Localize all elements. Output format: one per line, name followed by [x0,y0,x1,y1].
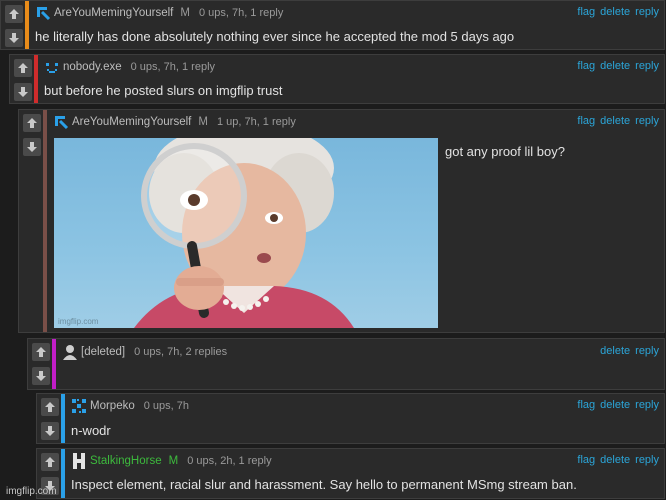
comment-actions: flag delete reply [572,60,659,72]
username-label: [deleted] [81,346,126,358]
upvote-button[interactable] [14,59,32,77]
comment-header: StalkingHorse M 0 ups, 2h, 1 reply [71,453,272,469]
pixel-smiley-icon [44,59,60,75]
comment-actions: flag delete reply [572,115,659,127]
comment-depth-bar [52,339,56,389]
comment-header: nobody.exe 0 ups, 7h, 1 reply [44,59,215,75]
comment-text: n-wodr [71,423,111,438]
downvote-button[interactable] [23,138,41,156]
comment-depth-bar [61,449,65,498]
comment-meta: 0 ups, 7h, 2 replies [134,346,228,358]
flag-link[interactable]: flag [577,399,595,411]
arrow-down-icon [27,142,37,152]
pixel-pattern-icon [71,398,87,414]
flag-link[interactable]: flag [577,115,595,127]
arrow-down-icon [18,87,28,97]
arrow-up-icon [45,402,55,412]
flag-link[interactable]: flag [577,60,595,72]
upvote-button[interactable] [23,114,41,132]
comment-actions: delete reply [595,345,659,357]
vote-column [19,110,43,332]
vote-column [1,1,25,49]
comment-text: got any proof lil boy? [445,144,565,159]
comment-meta: 1 up, 7h, 1 reply [216,116,296,128]
delete-link[interactable]: delete [600,454,630,466]
comment-text: Inspect element, racial slur and harassm… [71,477,577,492]
comment-header: AreYouMemingYourself M 1 up, 7h, 1 reply [53,114,296,130]
comment: AreYouMemingYourself M 0 ups, 7h, 1 repl… [0,0,665,50]
comment: StalkingHorse M 0 ups, 2h, 1 reply flag d… [36,448,665,499]
upvote-button[interactable] [32,343,50,361]
comment-text: but before he posted slurs on imgflip tr… [44,83,283,98]
old-woman-magnifier-image [134,138,354,328]
comment-meta: 0 ups, 7h [143,400,190,412]
downvote-button[interactable] [32,367,50,385]
delete-link[interactable]: delete [600,345,630,357]
username-link[interactable]: AreYouMemingYourself [72,116,191,128]
meme-image[interactable]: imgflip.com [54,138,438,328]
username-link[interactable]: StalkingHorse [90,455,162,467]
arrow-up-icon [45,457,55,467]
comment: [deleted] 0 ups, 7h, 2 replies delete rep… [27,338,665,390]
comment: nobody.exe 0 ups, 7h, 1 reply flag delete… [9,54,665,104]
downvote-button[interactable] [5,29,23,47]
arrow-up-icon [18,63,28,73]
delete-link[interactable]: delete [600,115,630,127]
username-link[interactable]: nobody.exe [63,61,122,73]
reply-link[interactable]: reply [635,454,659,466]
downvote-button[interactable] [14,83,32,101]
delete-link[interactable]: delete [600,6,630,18]
flag-link[interactable]: flag [577,454,595,466]
comment-header: Morpeko 0 ups, 7h [71,398,189,414]
mod-badge: M [168,455,179,467]
comment-meta: 0 ups, 7h, 1 reply [198,7,284,19]
h-letter-icon [71,453,87,469]
comment-actions: flag delete reply [572,399,659,411]
vote-column [10,55,34,103]
delete-link[interactable]: delete [600,399,630,411]
comment-depth-bar [25,1,29,49]
upvote-button[interactable] [41,453,59,471]
upvote-button[interactable] [41,398,59,416]
delete-link[interactable]: delete [600,60,630,72]
vote-column [28,339,52,389]
mod-badge: M [180,7,190,19]
comment-actions: flag delete reply [572,6,659,18]
reply-link[interactable]: reply [635,6,659,18]
arrow-up-icon [27,118,37,128]
comment-actions: flag delete reply [572,454,659,466]
site-watermark: imgflip.com [6,486,57,497]
vote-column [37,394,61,443]
image-watermark: imgflip.com [58,317,99,326]
comment-text: he literally has done absolutely nothing… [35,29,515,44]
corner-arrow-icon [35,5,51,21]
comment: Morpeko 0 ups, 7h flag delete reply n-wodr [36,393,665,444]
reply-link[interactable]: reply [635,345,659,357]
comment-meta: 0 ups, 7h, 1 reply [130,61,216,73]
arrow-up-icon [9,9,19,19]
username-link[interactable]: Morpeko [90,400,135,412]
reply-link[interactable]: reply [635,399,659,411]
username-link[interactable]: AreYouMemingYourself [54,7,173,19]
reply-link[interactable]: reply [635,115,659,127]
upvote-button[interactable] [5,5,23,23]
arrow-up-icon [36,347,46,357]
arrow-down-icon [36,371,46,381]
mod-badge: M [198,116,208,128]
flag-link[interactable]: flag [577,6,595,18]
corner-arrow-icon [53,114,69,130]
comment-header: AreYouMemingYourself M 0 ups, 7h, 1 repl… [35,5,283,21]
downvote-button[interactable] [41,422,59,440]
comment-depth-bar [61,394,65,443]
arrow-down-icon [45,426,55,436]
person-icon [62,344,78,360]
comment-header: [deleted] 0 ups, 7h, 2 replies [62,344,227,360]
reply-link[interactable]: reply [635,60,659,72]
comment-depth-bar [43,110,47,332]
arrow-down-icon [9,33,19,43]
comment-depth-bar [34,55,38,103]
comment-meta: 0 ups, 2h, 1 reply [187,455,272,467]
